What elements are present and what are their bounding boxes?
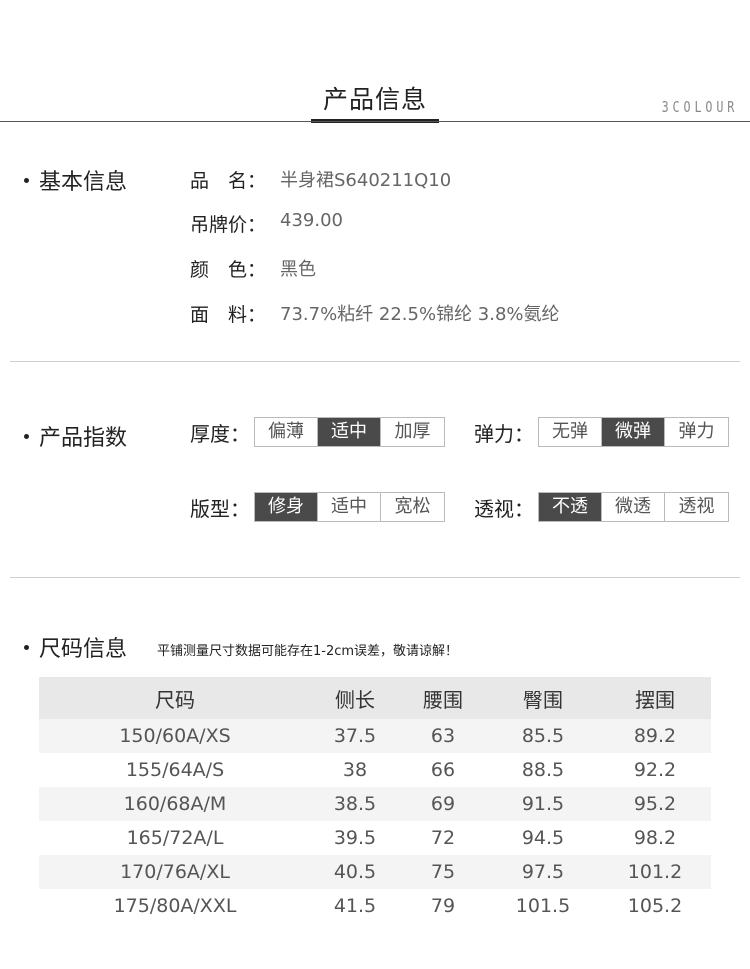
bullet-icon — [24, 433, 29, 439]
table-cell: 105.2 — [627, 895, 683, 917]
table-cell: 40.5 — [311, 855, 399, 889]
option-medium[interactable]: 适中 — [318, 418, 381, 446]
table-header-row: 尺码 侧长 腰围 臀围 摆围 — [39, 677, 711, 719]
table-cell: 91.5 — [487, 787, 599, 821]
table-cell: 69 — [399, 787, 487, 821]
info-label: 颜 色： — [190, 259, 267, 281]
size-table: 尺码 侧长 腰围 臀围 摆围 150/60A/XS 37.5 63 85.5 8… — [39, 677, 711, 923]
section-title-text: 产品指数 — [39, 426, 128, 451]
header-divider — [0, 121, 750, 122]
table-row: 165/72A/L 39.5 72 94.5 98.2 — [39, 821, 711, 855]
table-cell: 38.5 — [311, 787, 399, 821]
table-cell: 175/80A/XXL — [113, 895, 237, 917]
option-no-stretch[interactable]: 无弹 — [539, 418, 602, 446]
attr-thickness: 厚度： 偏薄 适中 加厚 — [190, 417, 445, 447]
section-title-size-info: 尺码信息 — [24, 631, 127, 663]
option-opaque[interactable]: 不透 — [539, 493, 602, 521]
table-cell: 97.5 — [487, 855, 599, 889]
table-cell: 66 — [430, 759, 456, 781]
table-cell: 98.2 — [633, 827, 677, 849]
option-sheer[interactable]: 透视 — [665, 493, 728, 521]
table-cell: 37.5 — [311, 719, 399, 753]
table-cell: 92.2 — [633, 759, 677, 781]
table-cell: 170/76A/XL — [39, 855, 311, 889]
brand-logo: 3COLOUR — [661, 98, 738, 116]
table-cell: 155/64A/S — [125, 759, 225, 781]
info-row-color: 颜 色： 黑色 — [190, 255, 316, 282]
attr-label: 透视： — [474, 496, 534, 521]
table-cell: 75 — [399, 855, 487, 889]
column-header: 摆围 — [599, 677, 711, 719]
table-row: 155/64A/S 38 66 88.5 92.2 — [39, 753, 711, 787]
option-loose[interactable]: 宽松 — [381, 493, 444, 521]
info-label: 吊牌价： — [190, 214, 267, 236]
page-title: 产品信息 — [322, 85, 427, 114]
section-title-basic-info: 基本信息 — [24, 164, 127, 196]
table-cell: 79 — [430, 895, 456, 917]
thickness-selector: 偏薄 适中 加厚 — [254, 417, 445, 447]
option-regular[interactable]: 适中 — [318, 493, 381, 521]
fit-selector: 修身 适中 宽松 — [254, 492, 445, 522]
bullet-icon — [24, 177, 29, 183]
info-value: 半身裙S640211Q10 — [280, 170, 452, 191]
table-cell: 101.2 — [599, 855, 711, 889]
attr-fit: 版型： 修身 适中 宽松 — [190, 492, 445, 522]
table-cell: 63 — [399, 719, 487, 753]
option-thick[interactable]: 加厚 — [381, 418, 444, 446]
section-title-text: 基本信息 — [39, 170, 128, 195]
column-header: 侧长 — [311, 677, 399, 719]
info-row-material: 面 料： 73.7%粘纤 22.5%锦纶 3.8%氨纶 — [190, 300, 560, 327]
table-cell: 94.5 — [521, 827, 565, 849]
info-value: 73.7%粘纤 22.5%锦纶 3.8%氨纶 — [280, 304, 560, 325]
table-row: 170/76A/XL 40.5 75 97.5 101.2 — [39, 855, 711, 889]
table-cell: 95.2 — [599, 787, 711, 821]
table-row: 150/60A/XS 37.5 63 85.5 89.2 — [39, 719, 711, 753]
info-row-price: 吊牌价： 439.00 — [190, 210, 343, 237]
option-thin[interactable]: 偏薄 — [255, 418, 318, 446]
table-cell: 101.5 — [515, 895, 571, 917]
column-header: 尺码 — [39, 677, 311, 719]
table-cell: 72 — [430, 827, 456, 849]
info-label: 面 料： — [190, 304, 267, 326]
table-cell: 85.5 — [487, 719, 599, 753]
size-note: 平铺测量尺寸数据可能存在1-2cm误差，敬请谅解！ — [157, 644, 459, 659]
attr-label: 版型： — [190, 496, 250, 521]
transparency-selector: 不透 微透 透视 — [538, 492, 729, 522]
attr-elasticity: 弹力： 无弹 微弹 弹力 — [474, 417, 729, 447]
bullet-icon — [24, 644, 29, 650]
section-divider — [10, 361, 740, 362]
info-row-name: 品 名： 半身裙S640211Q10 — [190, 166, 451, 193]
page-header: 产品信息 3COLOUR — [0, 0, 750, 125]
info-value: 439.00 — [280, 210, 343, 231]
section-title-product-index: 产品指数 — [24, 420, 127, 452]
column-header: 臀围 — [487, 677, 599, 719]
table-row: 175/80A/XXL 41.5 79 101.5 105.2 — [39, 889, 711, 923]
elasticity-selector: 无弹 微弹 弹力 — [538, 417, 729, 447]
attr-transparency: 透视： 不透 微透 透视 — [474, 492, 729, 522]
table-cell: 160/68A/M — [39, 787, 311, 821]
info-label: 品 名： — [190, 170, 267, 192]
option-stretch[interactable]: 弹力 — [665, 418, 728, 446]
table-cell: 88.5 — [521, 759, 565, 781]
column-header: 腰围 — [399, 677, 487, 719]
attr-label: 厚度： — [190, 421, 250, 446]
option-slight-stretch[interactable]: 微弹 — [602, 418, 665, 446]
option-slim[interactable]: 修身 — [255, 493, 318, 521]
attr-label: 弹力： — [474, 421, 534, 446]
table-row: 160/68A/M 38.5 69 91.5 95.2 — [39, 787, 711, 821]
table-cell: 39.5 — [333, 827, 377, 849]
table-cell: 41.5 — [333, 895, 377, 917]
table-cell: 38 — [342, 759, 368, 781]
info-value: 黑色 — [280, 259, 316, 280]
table-cell: 150/60A/XS — [39, 719, 311, 753]
table-cell: 165/72A/L — [126, 827, 224, 849]
section-title-text: 尺码信息 — [39, 637, 128, 662]
option-slightly-sheer[interactable]: 微透 — [602, 493, 665, 521]
section-divider — [10, 577, 740, 578]
table-cell: 89.2 — [599, 719, 711, 753]
